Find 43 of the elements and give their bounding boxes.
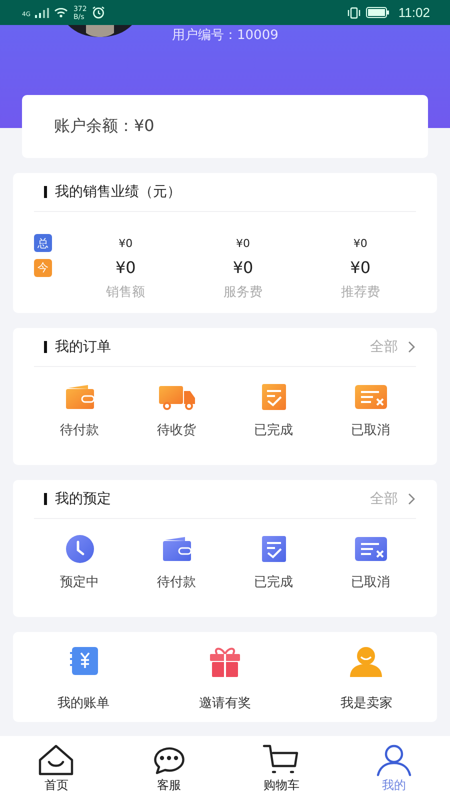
status-shortcut[interactable]: 预定中	[31, 533, 128, 591]
clock-time: 11:02	[398, 5, 430, 20]
title-marker-icon	[44, 493, 47, 505]
status-shortcut[interactable]: 已完成	[225, 381, 322, 439]
status-shortcut[interactable]: 待收货	[128, 381, 225, 439]
card-title: 我的销售业绩（元）	[55, 183, 182, 201]
amount-value: ¥0	[115, 258, 136, 277]
status-shortcut[interactable]: 待付款	[31, 381, 128, 439]
avatar	[68, 25, 132, 37]
tab[interactable]: 我的	[338, 742, 450, 794]
card-title: 我的订单	[55, 338, 112, 356]
wifi-icon	[54, 7, 68, 18]
tab[interactable]: 购物车	[225, 742, 338, 794]
amount-value: ¥0	[236, 236, 250, 250]
vibrate-icon	[347, 6, 362, 18]
title-marker-icon	[44, 341, 47, 353]
amount-label: 推荐费	[340, 284, 380, 301]
tab[interactable]: 客服	[112, 742, 225, 794]
amount-label: 销售额	[106, 284, 146, 301]
status-shortcut[interactable]: 待付款	[128, 533, 225, 591]
tool-shortcut[interactable]: 我的账单	[13, 644, 154, 712]
amount-value: ¥0	[118, 236, 133, 250]
period-badge: 总	[34, 234, 52, 252]
title-marker-icon	[44, 186, 47, 198]
tool-shortcut[interactable]: 我是卖家	[296, 644, 437, 712]
tab[interactable]: 首页	[0, 742, 112, 794]
chevron-icon	[406, 493, 416, 505]
card-title: 我的预定	[55, 490, 112, 508]
status-shortcut[interactable]: 已完成	[225, 533, 322, 591]
user-number: 用户编号：10009	[172, 27, 278, 44]
alarm-icon	[92, 6, 105, 19]
chevron-icon	[406, 341, 416, 353]
amount-value: ¥0	[232, 258, 254, 277]
tool-shortcut[interactable]: 邀请有奖	[154, 644, 296, 712]
signal-icon	[35, 8, 50, 18]
status-shortcut[interactable]: 已取消	[322, 533, 419, 591]
amount-value: ¥0	[350, 258, 370, 277]
period-badge: 今	[34, 258, 52, 276]
account-balance: 账户余额：¥0	[54, 116, 154, 137]
status-shortcut[interactable]: 已取消	[322, 381, 419, 439]
amount-label: 服务费	[223, 284, 262, 301]
battery-icon	[366, 7, 390, 18]
amount-value: ¥0	[353, 236, 368, 250]
